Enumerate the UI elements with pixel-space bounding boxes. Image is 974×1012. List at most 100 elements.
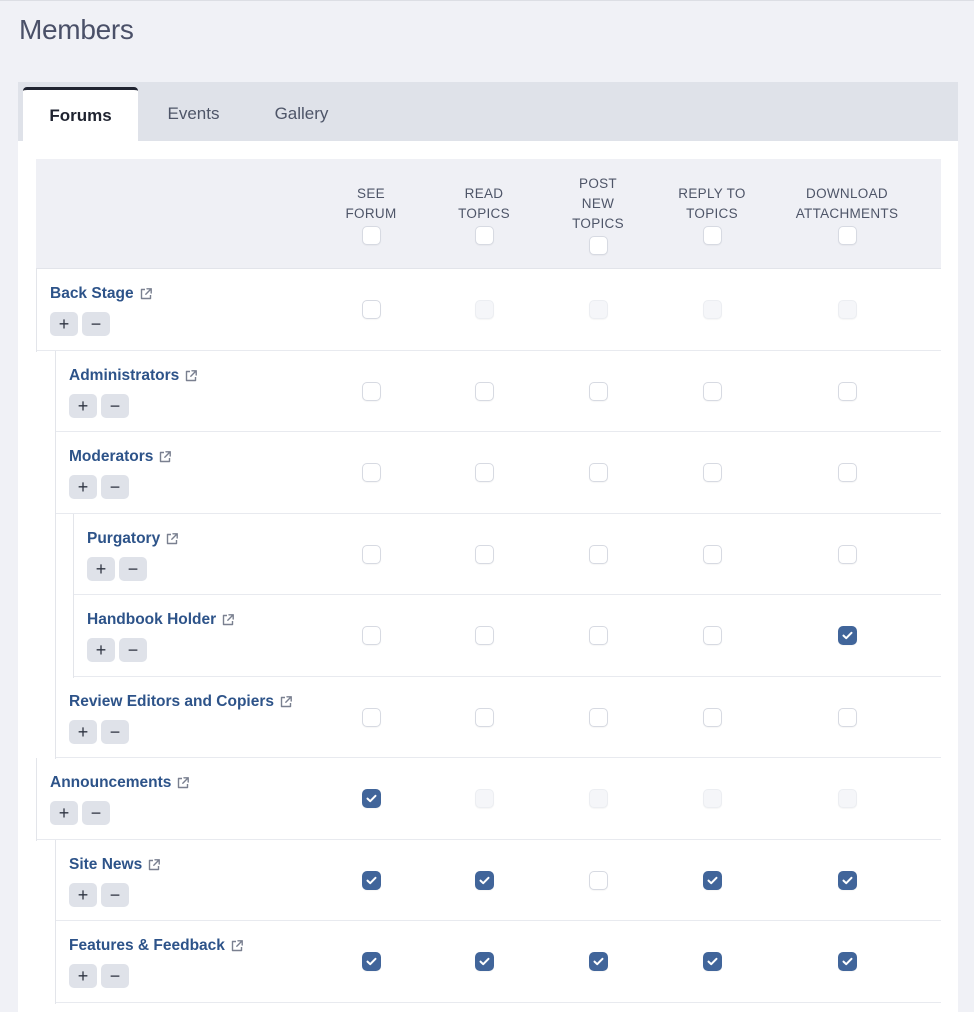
read-topics-checkbox[interactable] (474, 626, 494, 645)
forum-link[interactable]: Review Editors and Copiers (69, 693, 293, 711)
external-link-icon[interactable] (184, 369, 198, 383)
permission-cell-read-topics (419, 269, 549, 350)
forum-link[interactable]: Moderators (69, 448, 172, 466)
read-topics-checkbox[interactable] (474, 952, 494, 971)
reply-to-topics-checkbox[interactable] (702, 463, 722, 482)
see-forum-checkbox[interactable] (361, 952, 381, 971)
tab-bar: Forums Events Gallery (18, 82, 958, 141)
download-attachments-checkbox[interactable] (837, 381, 857, 401)
post-new-topics-checkbox[interactable] (588, 952, 608, 971)
permission-cell-download-attachments (782, 432, 912, 513)
revoke-all-button[interactable]: − (119, 638, 147, 662)
read-topics-checkbox[interactable] (474, 463, 494, 482)
reply-to-topics-checkbox[interactable] (702, 870, 722, 890)
download-attachments-checkbox[interactable] (837, 870, 857, 890)
see-forum-checkbox[interactable] (361, 789, 381, 808)
grant-all-button[interactable]: + (69, 719, 97, 744)
download-attachments-checkbox[interactable] (837, 952, 857, 971)
permission-cell-read-topics (419, 840, 549, 921)
select-all-reply-to-topics-checkbox[interactable] (702, 225, 722, 245)
reply-to-topics-checkbox[interactable] (702, 707, 722, 727)
row-actions: + − (87, 638, 235, 662)
tab-forums[interactable]: Forums (23, 87, 138, 141)
revoke-all-button[interactable]: − (101, 964, 129, 988)
reply-to-topics-checkbox[interactable] (702, 544, 722, 564)
grant-all-button[interactable]: + (69, 475, 97, 499)
external-link-icon[interactable] (176, 776, 190, 790)
download-attachments-checkbox[interactable] (837, 626, 857, 645)
forum-link[interactable]: Back Stage (50, 285, 153, 303)
revoke-all-button[interactable]: − (101, 475, 129, 499)
see-forum-checkbox[interactable] (361, 870, 381, 890)
external-link-icon[interactable] (279, 695, 293, 709)
grant-all-button[interactable]: + (69, 964, 97, 988)
see-forum-checkbox[interactable] (361, 300, 381, 319)
revoke-all-button[interactable]: − (101, 719, 129, 744)
revoke-all-button[interactable]: − (119, 556, 147, 581)
read-topics-checkbox[interactable] (474, 707, 494, 727)
forum-row: Purgatory + − (36, 513, 941, 596)
grant-all-button[interactable]: + (87, 638, 115, 662)
forum-link[interactable]: Announcements (50, 774, 190, 792)
permission-cell-read-topics (419, 432, 549, 513)
column-header-post-new-topics: POST NEW TOPICS (533, 159, 663, 269)
permission-cell-see-forum (306, 758, 436, 839)
forum-name: Back Stage (50, 285, 134, 302)
permission-cell-reply-to-topics (647, 921, 777, 1002)
reply-to-topics-checkbox[interactable] (702, 626, 722, 645)
external-link-icon[interactable] (230, 939, 244, 953)
grant-all-button[interactable]: + (87, 556, 115, 581)
grant-all-button[interactable]: + (69, 393, 97, 418)
post-new-topics-checkbox[interactable] (588, 463, 608, 482)
post-new-topics-checkbox (588, 300, 608, 319)
external-link-icon[interactable] (158, 450, 172, 464)
see-forum-checkbox[interactable] (361, 381, 381, 401)
external-link-icon[interactable] (165, 532, 179, 546)
read-topics-checkbox[interactable] (474, 870, 494, 890)
permission-cell-read-topics (419, 351, 549, 432)
forum-link[interactable]: Administrators (69, 367, 198, 385)
column-header-label: READ TOPICS (458, 185, 510, 221)
post-new-topics-checkbox[interactable] (588, 626, 608, 645)
revoke-all-button[interactable]: − (101, 393, 129, 418)
see-forum-checkbox[interactable] (361, 463, 381, 482)
see-forum-checkbox[interactable] (361, 544, 381, 564)
external-link-icon[interactable] (221, 613, 235, 627)
post-new-topics-checkbox[interactable] (588, 544, 608, 564)
forum-link[interactable]: Site News (69, 856, 161, 874)
select-all-read-topics-checkbox[interactable] (474, 225, 494, 245)
post-new-topics-checkbox[interactable] (588, 707, 608, 727)
grant-all-button[interactable]: + (50, 312, 78, 336)
reply-to-topics-checkbox[interactable] (702, 952, 722, 971)
forum-link[interactable]: Purgatory (87, 530, 179, 548)
reply-to-topics-checkbox[interactable] (702, 381, 722, 401)
revoke-all-button[interactable]: − (82, 312, 110, 336)
column-header-label: POST NEW TOPICS (572, 175, 624, 231)
revoke-all-button[interactable]: − (82, 801, 110, 825)
forum-link[interactable]: Features & Feedback (69, 937, 244, 955)
external-link-icon[interactable] (147, 858, 161, 872)
revoke-all-button[interactable]: − (101, 882, 129, 907)
external-link-icon[interactable] (139, 287, 153, 301)
download-attachments-checkbox[interactable] (837, 707, 857, 727)
post-new-topics-checkbox[interactable] (588, 381, 608, 401)
grant-all-button[interactable]: + (50, 801, 78, 825)
permission-cell-post-new-topics (533, 758, 663, 839)
select-all-post-new-topics-checkbox[interactable] (588, 235, 608, 255)
read-topics-checkbox[interactable] (474, 544, 494, 564)
page-title: Members (19, 14, 134, 45)
permission-cell-read-topics (419, 514, 549, 595)
grant-all-button[interactable]: + (69, 882, 97, 907)
read-topics-checkbox[interactable] (474, 381, 494, 401)
tab-events[interactable]: Events (138, 87, 249, 141)
permission-cell-reply-to-topics (647, 432, 777, 513)
select-all-download-attachments-checkbox[interactable] (837, 225, 857, 245)
post-new-topics-checkbox[interactable] (588, 870, 608, 890)
see-forum-checkbox[interactable] (361, 626, 381, 645)
tab-gallery[interactable]: Gallery (249, 87, 354, 141)
see-forum-checkbox[interactable] (361, 707, 381, 727)
download-attachments-checkbox[interactable] (837, 544, 857, 564)
download-attachments-checkbox[interactable] (837, 463, 857, 482)
forum-link[interactable]: Handbook Holder (87, 611, 235, 629)
select-all-see-forum-checkbox[interactable] (361, 225, 381, 245)
